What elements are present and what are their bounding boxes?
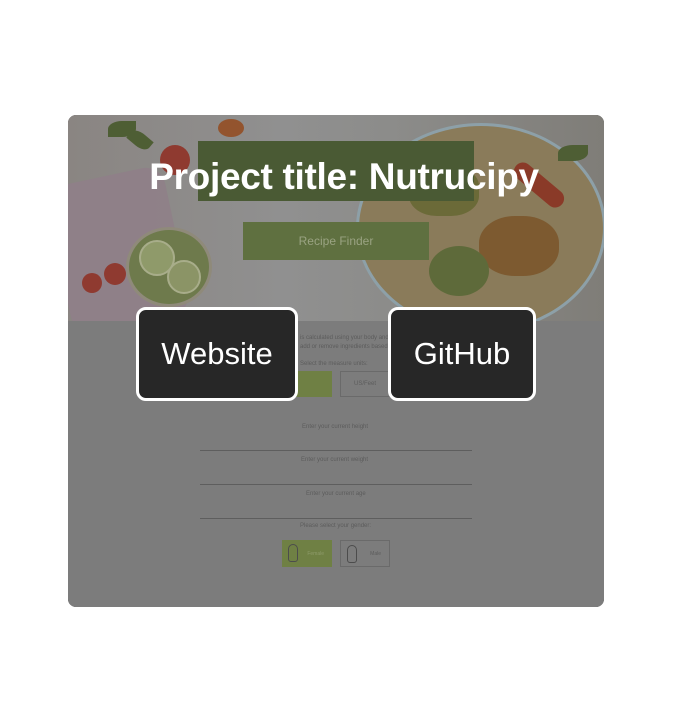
intro-text-line-1: is calculated using your body and (300, 335, 389, 341)
github-button[interactable]: GitHub (388, 307, 536, 401)
height-field-label: Enter your current height (302, 424, 369, 430)
measure-units-prompt: Select the measure units: (300, 361, 368, 367)
hero-food-photo: Recipe Finder (68, 115, 604, 321)
female-gender-button: Female (282, 540, 332, 567)
male-gender-button: Male (340, 540, 390, 567)
lime-bowl (126, 227, 212, 307)
female-person-icon (288, 544, 298, 562)
recipe-finder-button: Recipe Finder (243, 222, 429, 260)
weight-field-underline (200, 484, 472, 485)
female-label: Female (307, 550, 324, 557)
age-field-underline (200, 518, 472, 519)
gender-prompt: Please select your gender: (300, 523, 372, 529)
male-label: Male (370, 550, 381, 557)
website-button[interactable]: Website (136, 307, 298, 401)
male-person-icon (347, 545, 357, 563)
weight-field-label: Enter your current weight (301, 457, 369, 463)
height-field-underline (200, 450, 472, 451)
project-title: Project title: Nutrucipy (149, 156, 539, 197)
us-unit-button: US/Feet (340, 371, 390, 397)
age-field-label: Enter your current age (306, 491, 366, 497)
